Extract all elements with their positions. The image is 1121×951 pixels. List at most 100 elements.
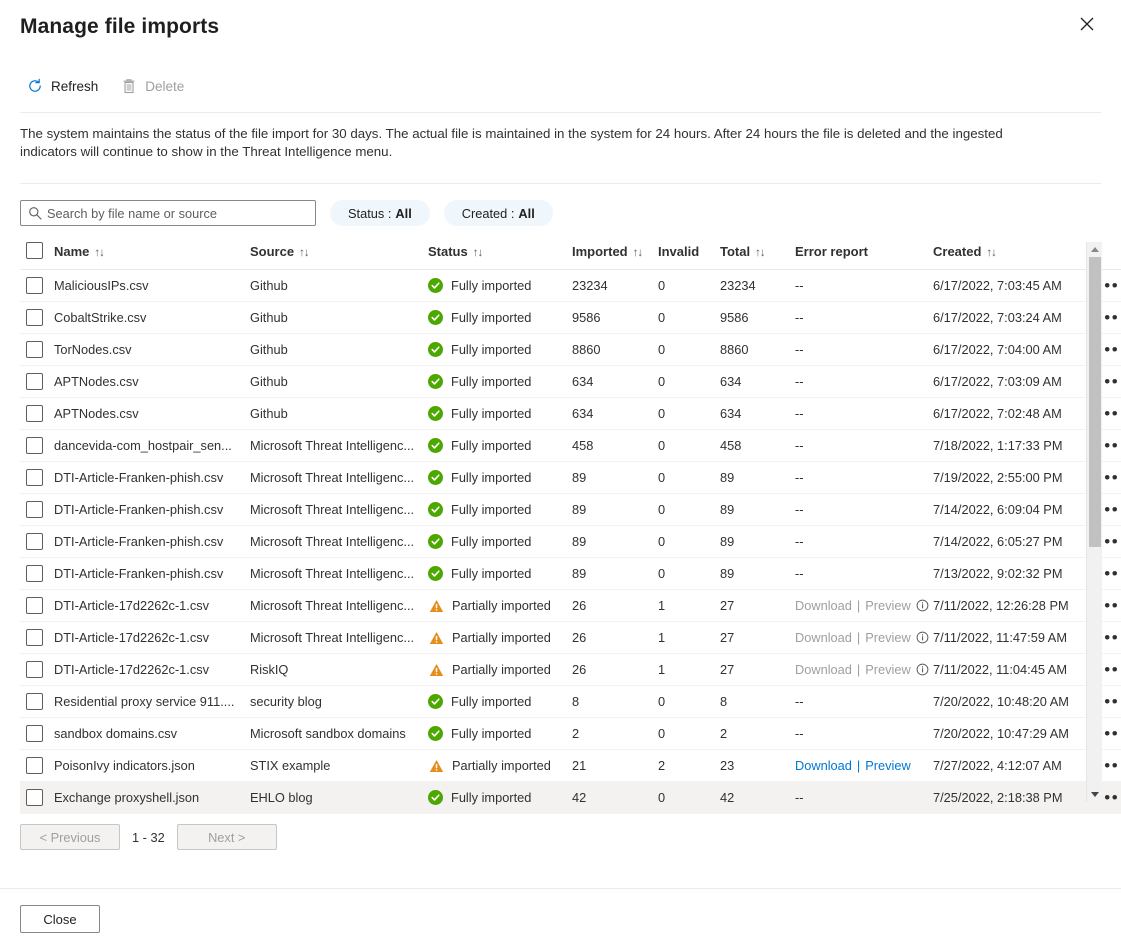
- row-checkbox[interactable]: [26, 437, 43, 454]
- row-checkbox[interactable]: [26, 373, 43, 390]
- cell-status: Fully imported: [428, 526, 572, 558]
- column-header-created[interactable]: Created↑↓: [933, 242, 1088, 270]
- column-label-imported: Imported: [572, 244, 628, 259]
- row-checkbox[interactable]: [26, 693, 43, 710]
- error-report-none: --: [795, 374, 804, 389]
- row-checkbox[interactable]: [26, 501, 43, 518]
- refresh-button[interactable]: Refresh: [20, 74, 108, 99]
- info-icon[interactable]: [916, 599, 929, 612]
- delete-button[interactable]: Delete: [114, 74, 194, 99]
- table-row[interactable]: Residential proxy service 911....securit…: [20, 686, 1121, 718]
- previous-page-button[interactable]: < Previous: [20, 824, 120, 850]
- table-row[interactable]: Exchange proxyshell.jsonEHLO blogFully i…: [20, 782, 1121, 814]
- column-header-invalid[interactable]: Invalid: [658, 242, 720, 270]
- cell-status: Fully imported: [428, 558, 572, 590]
- status-badge: Partially imported: [428, 630, 572, 645]
- next-page-button[interactable]: Next >: [177, 824, 277, 850]
- success-icon: [428, 566, 443, 581]
- row-checkbox[interactable]: [26, 789, 43, 806]
- cell-imported: 8: [572, 686, 658, 718]
- cell-name: DTI-Article-Franken-phish.csv: [54, 462, 250, 494]
- row-checkbox[interactable]: [26, 629, 43, 646]
- cell-status: Fully imported: [428, 430, 572, 462]
- download-link[interactable]: Download: [795, 662, 852, 677]
- table-row[interactable]: dancevida-com_hostpair_sen...Microsoft T…: [20, 430, 1121, 462]
- search-input[interactable]: [45, 205, 310, 222]
- cell-invalid: 0: [658, 270, 720, 302]
- table-row[interactable]: DTI-Article-Franken-phish.csvMicrosoft T…: [20, 558, 1121, 590]
- warning-icon: [428, 630, 444, 645]
- table-row[interactable]: APTNodes.csvGithubFully imported6340634-…: [20, 366, 1121, 398]
- table-scrollbar[interactable]: [1086, 242, 1102, 802]
- table-row[interactable]: DTI-Article-17d2262c-1.csvMicrosoft Thre…: [20, 590, 1121, 622]
- success-icon: [428, 534, 443, 549]
- table-row[interactable]: PoisonIvy indicators.jsonSTIX examplePar…: [20, 750, 1121, 782]
- table-row[interactable]: APTNodes.csvGithubFully imported6340634-…: [20, 398, 1121, 430]
- row-checkbox[interactable]: [26, 533, 43, 550]
- download-link[interactable]: Download: [795, 598, 852, 613]
- cell-error-report: --: [795, 526, 933, 558]
- column-header-source[interactable]: Source↑↓: [250, 242, 428, 270]
- error-report-none: --: [795, 470, 804, 485]
- row-checkbox[interactable]: [26, 309, 43, 326]
- warning-icon: [428, 662, 444, 677]
- row-checkbox[interactable]: [26, 661, 43, 678]
- cell-created: 7/14/2022, 6:09:04 PM: [933, 494, 1088, 526]
- cell-total: 634: [720, 398, 795, 430]
- cell-error-report: --: [795, 494, 933, 526]
- table-row[interactable]: DTI-Article-17d2262c-1.csvMicrosoft Thre…: [20, 622, 1121, 654]
- scrollbar-thumb[interactable]: [1089, 257, 1101, 547]
- download-link[interactable]: Download: [795, 758, 852, 773]
- info-icon[interactable]: [916, 663, 929, 676]
- download-link[interactable]: Download: [795, 630, 852, 645]
- row-checkbox[interactable]: [26, 757, 43, 774]
- status-badge: Fully imported: [428, 566, 572, 581]
- row-checkbox[interactable]: [26, 597, 43, 614]
- table-row[interactable]: DTI-Article-Franken-phish.csvMicrosoft T…: [20, 526, 1121, 558]
- table-row[interactable]: sandbox domains.csvMicrosoft sandbox dom…: [20, 718, 1121, 750]
- scroll-up-arrow[interactable]: [1087, 242, 1102, 257]
- created-filter-pill[interactable]: Created : All: [444, 200, 553, 226]
- cell-source: Microsoft Threat Intelligenc...: [250, 526, 428, 558]
- table-row[interactable]: MaliciousIPs.csvGithubFully imported2323…: [20, 270, 1121, 302]
- table-row[interactable]: DTI-Article-17d2262c-1.csvRiskIQPartiall…: [20, 654, 1121, 686]
- column-header-name[interactable]: Name↑↓: [54, 242, 250, 270]
- row-select-cell: [20, 750, 54, 782]
- status-filter-pill[interactable]: Status : All: [330, 200, 430, 226]
- table-row[interactable]: DTI-Article-Franken-phish.csvMicrosoft T…: [20, 462, 1121, 494]
- error-report-none: --: [795, 534, 804, 549]
- cell-status: Fully imported: [428, 686, 572, 718]
- preview-link[interactable]: Preview: [865, 758, 911, 773]
- close-icon[interactable]: [1073, 10, 1101, 38]
- search-box[interactable]: [20, 200, 316, 226]
- status-label: Fully imported: [451, 694, 531, 709]
- info-icon[interactable]: [916, 631, 929, 644]
- panel-header: Manage file imports: [0, 0, 1121, 54]
- cell-total: 89: [720, 462, 795, 494]
- close-button[interactable]: Close: [20, 905, 100, 933]
- row-checkbox[interactable]: [26, 469, 43, 486]
- table-row[interactable]: CobaltStrike.csvGithubFully imported9586…: [20, 302, 1121, 334]
- row-checkbox[interactable]: [26, 565, 43, 582]
- row-checkbox[interactable]: [26, 405, 43, 422]
- column-header-imported[interactable]: Imported↑↓: [572, 242, 658, 270]
- cell-imported: 8860: [572, 334, 658, 366]
- preview-link[interactable]: Preview: [865, 598, 911, 613]
- row-checkbox[interactable]: [26, 725, 43, 742]
- cell-imported: 634: [572, 366, 658, 398]
- scroll-down-arrow[interactable]: [1087, 787, 1102, 802]
- row-checkbox[interactable]: [26, 277, 43, 294]
- column-header-status[interactable]: Status↑↓: [428, 242, 572, 270]
- success-icon: [428, 374, 443, 389]
- preview-link[interactable]: Preview: [865, 662, 911, 677]
- cell-status: Fully imported: [428, 270, 572, 302]
- preview-link[interactable]: Preview: [865, 630, 911, 645]
- cell-name: TorNodes.csv: [54, 334, 250, 366]
- table-row[interactable]: TorNodes.csvGithubFully imported88600886…: [20, 334, 1121, 366]
- column-header-total[interactable]: Total↑↓: [720, 242, 795, 270]
- row-checkbox[interactable]: [26, 341, 43, 358]
- select-all-checkbox[interactable]: [26, 242, 43, 259]
- cell-total: 89: [720, 526, 795, 558]
- cell-created: 6/17/2022, 7:04:00 AM: [933, 334, 1088, 366]
- table-row[interactable]: DTI-Article-Franken-phish.csvMicrosoft T…: [20, 494, 1121, 526]
